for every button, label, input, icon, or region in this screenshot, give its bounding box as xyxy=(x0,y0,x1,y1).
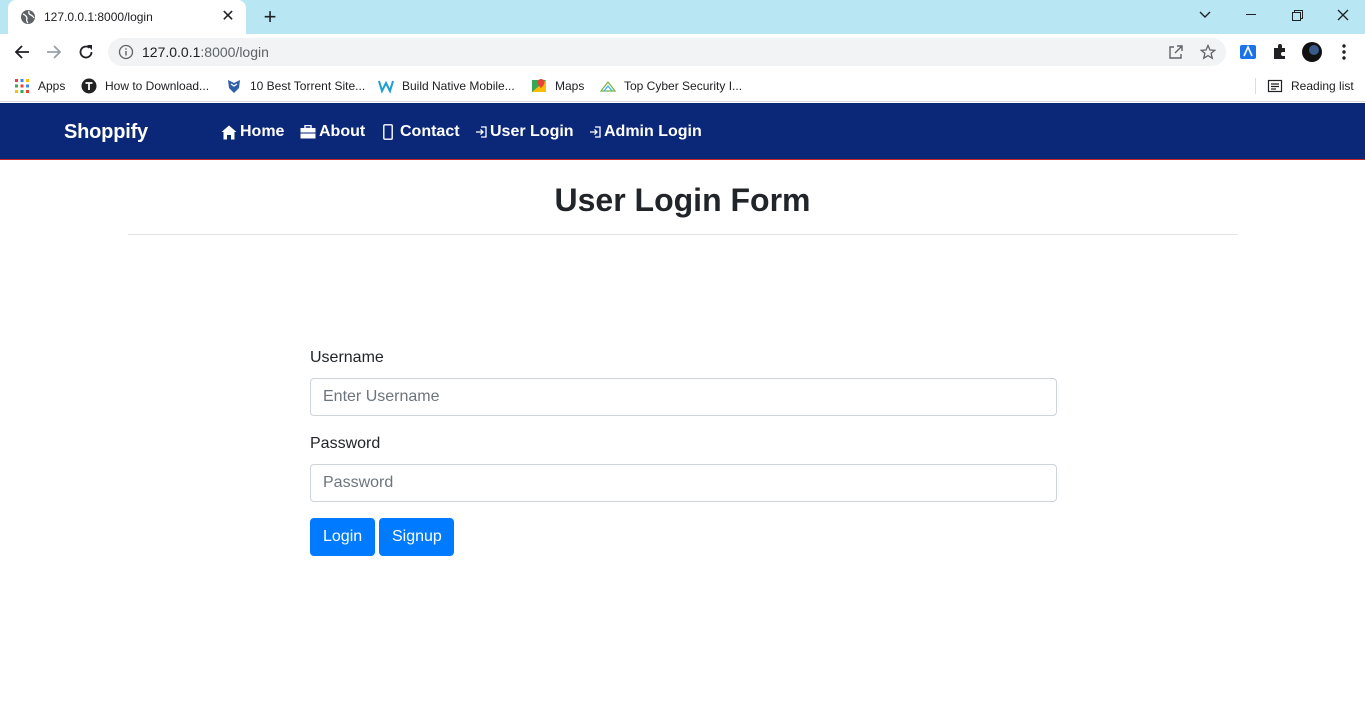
bookmark-label: 10 Best Torrent Site... xyxy=(250,79,366,93)
bookmark-label: Build Native Mobile... xyxy=(402,79,515,93)
sign-in-icon xyxy=(475,126,487,138)
browser-tab-strip: 127.0.0.1:8000/login ✕ + xyxy=(0,0,1365,34)
phone-icon xyxy=(383,124,393,140)
forward-button[interactable] xyxy=(40,38,68,66)
url-host: 127.0.0.1 xyxy=(142,44,201,60)
username-input[interactable] xyxy=(310,378,1057,416)
minimize-icon xyxy=(1246,14,1256,15)
nav-about[interactable]: About xyxy=(300,122,365,142)
puzzle-icon[interactable] xyxy=(1270,42,1290,62)
more-vert-icon[interactable] xyxy=(1334,42,1354,62)
bookmark-label: How to Download... xyxy=(105,79,210,93)
page-title: User Login Form xyxy=(554,182,811,218)
nav-admin-login[interactable]: Admin Login xyxy=(589,122,702,142)
bookmark-build-native-mobile[interactable]: Build Native Mobile... xyxy=(378,76,515,96)
shield-icon xyxy=(228,80,240,93)
bookmark-torrent-sites[interactable]: 10 Best Torrent Site... xyxy=(226,76,365,96)
brand-logo[interactable]: Shoppify xyxy=(64,121,148,144)
restore-icon xyxy=(1291,9,1303,21)
star-icon[interactable] xyxy=(1200,44,1216,60)
pyramid-icon xyxy=(600,81,616,92)
close-window-button[interactable] xyxy=(1320,0,1365,30)
password-input[interactable] xyxy=(310,464,1057,502)
password-label: Password xyxy=(310,435,381,452)
signup-button[interactable]: Signup xyxy=(379,518,454,556)
nav-user-login[interactable]: User Login xyxy=(475,122,574,142)
url-text: 127.0.0.1:8000/login xyxy=(142,44,269,60)
heading-divider xyxy=(128,234,1238,235)
nav-home-label: Home xyxy=(240,123,285,140)
bookmark-how-to-download[interactable]: How to Download... xyxy=(81,76,209,96)
bookmarks-bar: Apps How to Download... 10 Best Torrent … xyxy=(0,70,1365,102)
w-logo-icon xyxy=(378,80,394,94)
login-button[interactable]: Login xyxy=(310,518,375,556)
globe-icon xyxy=(21,10,35,24)
close-tab-icon[interactable]: ✕ xyxy=(220,9,236,25)
share-icon[interactable] xyxy=(1168,44,1184,60)
sign-in-icon xyxy=(589,126,601,138)
reload-button[interactable] xyxy=(72,38,100,66)
info-icon xyxy=(118,44,134,60)
reading-list-label: Reading list xyxy=(1291,79,1354,93)
site-t-icon xyxy=(81,78,97,94)
bookmark-label: Maps xyxy=(555,79,585,93)
bookmark-label: Top Cyber Security I... xyxy=(624,79,743,93)
arrow-left-icon xyxy=(14,45,29,59)
minimize-button[interactable] xyxy=(1228,0,1274,30)
bookmarks-separator xyxy=(1255,78,1256,94)
address-bar[interactable]: 127.0.0.1:8000/login xyxy=(108,38,1226,66)
tab-search-button[interactable] xyxy=(1182,0,1228,30)
site-navbar: Shoppify Home About Contact User Login A… xyxy=(0,103,1365,160)
bookmark-apps[interactable]: Apps xyxy=(14,76,65,96)
extension-icon[interactable] xyxy=(1238,42,1258,62)
username-label: Username xyxy=(310,349,384,366)
browser-tab[interactable]: 127.0.0.1:8000/login ✕ xyxy=(8,0,246,34)
arrow-right-icon xyxy=(47,45,62,59)
nav-user-login-label: User Login xyxy=(490,123,574,140)
back-button[interactable] xyxy=(8,38,36,66)
reload-icon xyxy=(79,45,93,59)
restore-button[interactable] xyxy=(1274,0,1320,30)
url-path: :8000/login xyxy=(200,44,269,60)
reading-list-icon xyxy=(1267,79,1283,93)
nav-admin-login-label: Admin Login xyxy=(604,123,702,140)
chevron-down-icon xyxy=(1199,11,1211,18)
nav-contact-label: Contact xyxy=(400,123,460,140)
reading-list-button[interactable]: Reading list xyxy=(1267,76,1354,96)
nav-contact[interactable]: Contact xyxy=(383,122,460,142)
new-tab-button[interactable]: + xyxy=(258,6,282,28)
browser-toolbar: 127.0.0.1:8000/login xyxy=(0,34,1365,70)
tab-title: 127.0.0.1:8000/login xyxy=(44,10,153,24)
home-icon xyxy=(221,125,237,140)
maps-icon xyxy=(532,79,546,92)
close-icon xyxy=(1337,9,1349,21)
bookmark-maps[interactable]: Maps xyxy=(531,76,584,96)
bookmark-label: Apps xyxy=(38,79,66,93)
bookmark-top-cyber-security[interactable]: Top Cyber Security I... xyxy=(600,76,742,96)
briefcase-icon xyxy=(300,125,316,139)
nav-home[interactable]: Home xyxy=(221,122,284,142)
profile-avatar-icon[interactable] xyxy=(1302,42,1322,62)
apps-grid-icon xyxy=(15,79,29,93)
nav-about-label: About xyxy=(319,123,366,140)
